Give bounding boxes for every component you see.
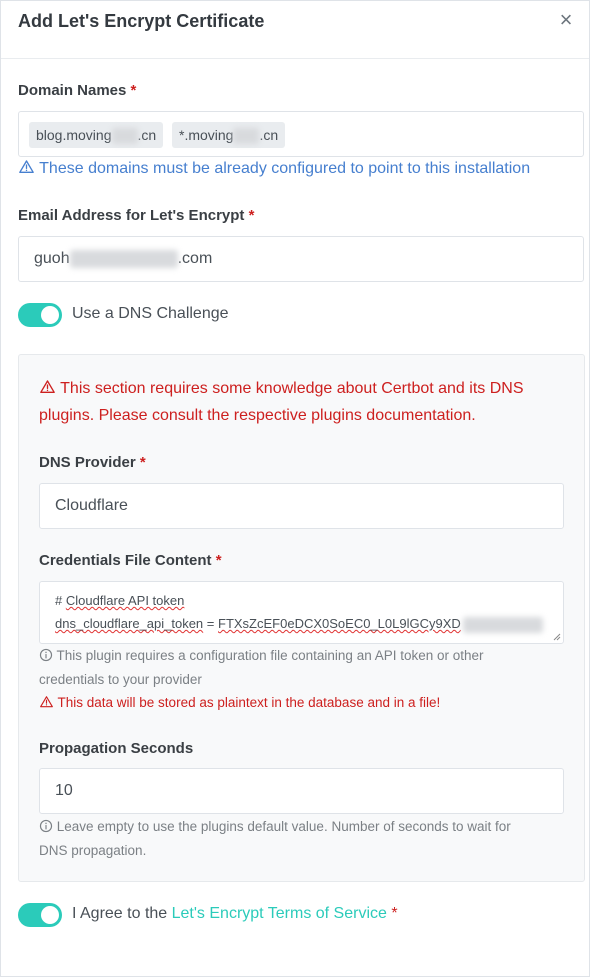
propagation-value: 10 (55, 782, 73, 799)
redacted-blur (233, 128, 260, 145)
certificate-modal: Add Let's Encrypt Certificate × Domain N… (0, 0, 590, 977)
required-mark: * (248, 207, 255, 224)
domain-tag-prefix: *.moving (179, 127, 234, 143)
credentials-info-text: This plugin requires a configuration fil… (56, 648, 484, 663)
domain-names-label-text: Domain Names (18, 82, 127, 99)
email-label-text: Email Address for Let's Encrypt (18, 207, 245, 224)
alert-triangle-icon (40, 380, 55, 393)
credentials-label: Credentials File Content * (39, 552, 222, 569)
info-icon (39, 819, 53, 833)
redacted-blur (69, 250, 178, 268)
info-icon (39, 648, 53, 662)
email-value-suffix: .com (177, 250, 213, 268)
alert-triangle-icon (19, 160, 34, 173)
domain-tag[interactable]: blog.moving .cn (29, 122, 164, 148)
dns-provider-value: Cloudflare (55, 497, 128, 514)
credentials-info-line1: This plugin requires a configuration fil… (39, 644, 484, 668)
propagation-input[interactable]: 10 (39, 768, 564, 814)
terms-toggle[interactable] (18, 903, 62, 927)
terms-link[interactable]: Let's Encrypt Terms of Service (172, 905, 387, 922)
credentials-textarea[interactable]: # Cloudflare API token dns_cloudflare_ap… (39, 581, 564, 644)
propagation-info-text: Leave empty to use the plugins default v… (56, 819, 511, 834)
required-mark: * (391, 905, 398, 922)
required-mark: * (130, 82, 137, 99)
domain-tag-suffix: .cn (259, 127, 279, 143)
domain-hint: These domains must be already configured… (18, 159, 530, 178)
email-value: guoh .com (34, 250, 212, 268)
credentials-warning: This data will be stored as plaintext in… (39, 695, 440, 710)
domain-hint-text: These domains must be already configured… (39, 160, 531, 177)
required-mark: * (215, 552, 222, 569)
toggle-knob (41, 906, 59, 924)
email-field[interactable]: guoh .com (18, 236, 584, 282)
alert-triangle-icon (40, 696, 53, 708)
dns-warning-text: This section requires some knowledge abo… (60, 380, 524, 397)
dns-provider-select[interactable]: Cloudflare (39, 483, 564, 529)
required-mark: * (139, 454, 146, 471)
terms-label: I Agree to the Let's Encrypt Terms of Se… (72, 905, 398, 923)
dns-provider-label: DNS Provider * (39, 454, 146, 471)
resize-handle-icon[interactable] (553, 633, 561, 641)
email-value-prefix: guoh (34, 250, 70, 268)
close-icon[interactable]: × (555, 9, 577, 31)
propagation-info-text: DNS propagation. (39, 843, 147, 858)
credentials-hash: # (55, 593, 66, 608)
dns-warning-text: plugins. Please consult the respective p… (39, 407, 476, 424)
credentials-warning-text: This data will be stored as plaintext in… (57, 695, 441, 710)
email-label: Email Address for Let's Encrypt * (18, 207, 254, 224)
propagation-info-line1: Leave empty to use the plugins default v… (39, 815, 511, 839)
dns-warning: This section requires some knowledge abo… (39, 375, 524, 429)
domain-tag-prefix: blog.moving (36, 127, 112, 143)
credentials-info: This plugin requires a configuration fil… (39, 644, 484, 692)
redacted-blur (462, 616, 543, 633)
modal-title: Add Let's Encrypt Certificate (18, 11, 265, 31)
domain-tag-suffix: .cn (137, 127, 157, 143)
propagation-label: Propagation Seconds (39, 740, 194, 757)
credentials-comment: Cloudflare API token (65, 593, 185, 608)
credentials-token: FTXsZcEF0eDCX0SoEC0_L0L9lGCy9XD (218, 616, 461, 631)
dns-challenge-toggle[interactable] (18, 303, 62, 327)
domain-names-label: Domain Names * (18, 82, 136, 99)
toggle-knob (41, 306, 59, 324)
redacted-blur (111, 128, 138, 145)
propagation-info: Leave empty to use the plugins default v… (39, 815, 511, 863)
credentials-info-text: credentials to your provider (39, 672, 202, 687)
credentials-line: # Cloudflare API token (55, 593, 184, 608)
credentials-key: dns_cloudflare_api_token (55, 616, 204, 631)
dns-challenge-label: Use a DNS Challenge (72, 305, 229, 322)
terms-prefix: I Agree to the (72, 905, 172, 922)
credentials-line: dns_cloudflare_api_token = FTXsZcEF0eDCX… (55, 616, 543, 633)
modal-header: Add Let's Encrypt Certificate × (1, 1, 589, 59)
credentials-label-text: Credentials File Content (39, 552, 212, 569)
dns-warning-line1: This section requires some knowledge abo… (39, 375, 524, 402)
credentials-eq: = (203, 616, 218, 631)
domain-names-input[interactable]: blog.moving .cn *.moving .cn (18, 111, 584, 157)
dns-provider-label-text: DNS Provider (39, 454, 136, 471)
domain-tag[interactable]: *.moving .cn (172, 122, 286, 148)
